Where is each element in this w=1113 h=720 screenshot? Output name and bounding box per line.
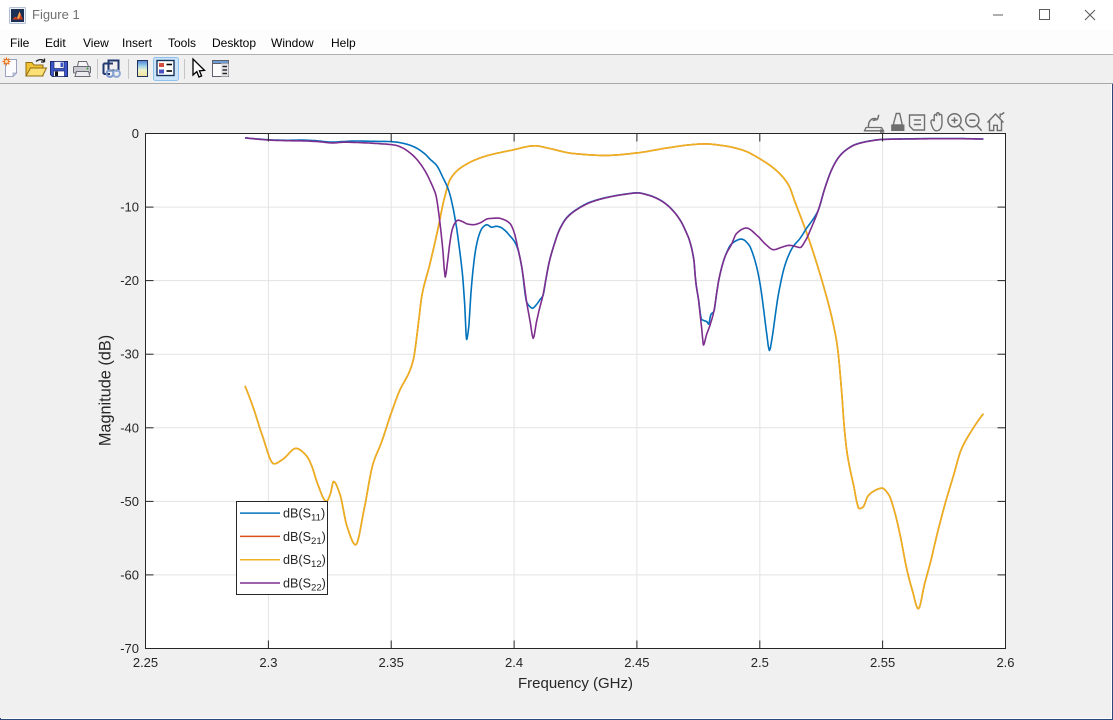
svg-text:-60: -60 (120, 567, 139, 582)
svg-text:-50: -50 (120, 494, 139, 509)
svg-text:Magnitude (dB): Magnitude (dB) (97, 335, 115, 446)
svg-text:2.25: 2.25 (133, 655, 158, 670)
svg-text:2.55: 2.55 (870, 655, 895, 670)
svg-text:Frequency (GHz): Frequency (GHz) (518, 675, 633, 692)
svg-text:2.4: 2.4 (505, 655, 523, 670)
svg-text:2.35: 2.35 (379, 655, 404, 670)
svg-text:2.6: 2.6 (996, 655, 1014, 670)
svg-text:-40: -40 (120, 420, 139, 435)
svg-text:0: 0 (132, 126, 139, 141)
svg-text:-30: -30 (120, 347, 139, 362)
svg-text:-70: -70 (120, 641, 139, 656)
svg-text:2.45: 2.45 (624, 655, 649, 670)
svg-text:-10: -10 (120, 200, 139, 215)
svg-text:-20: -20 (120, 273, 139, 288)
svg-text:2.3: 2.3 (259, 655, 277, 670)
svg-text:2.5: 2.5 (751, 655, 769, 670)
